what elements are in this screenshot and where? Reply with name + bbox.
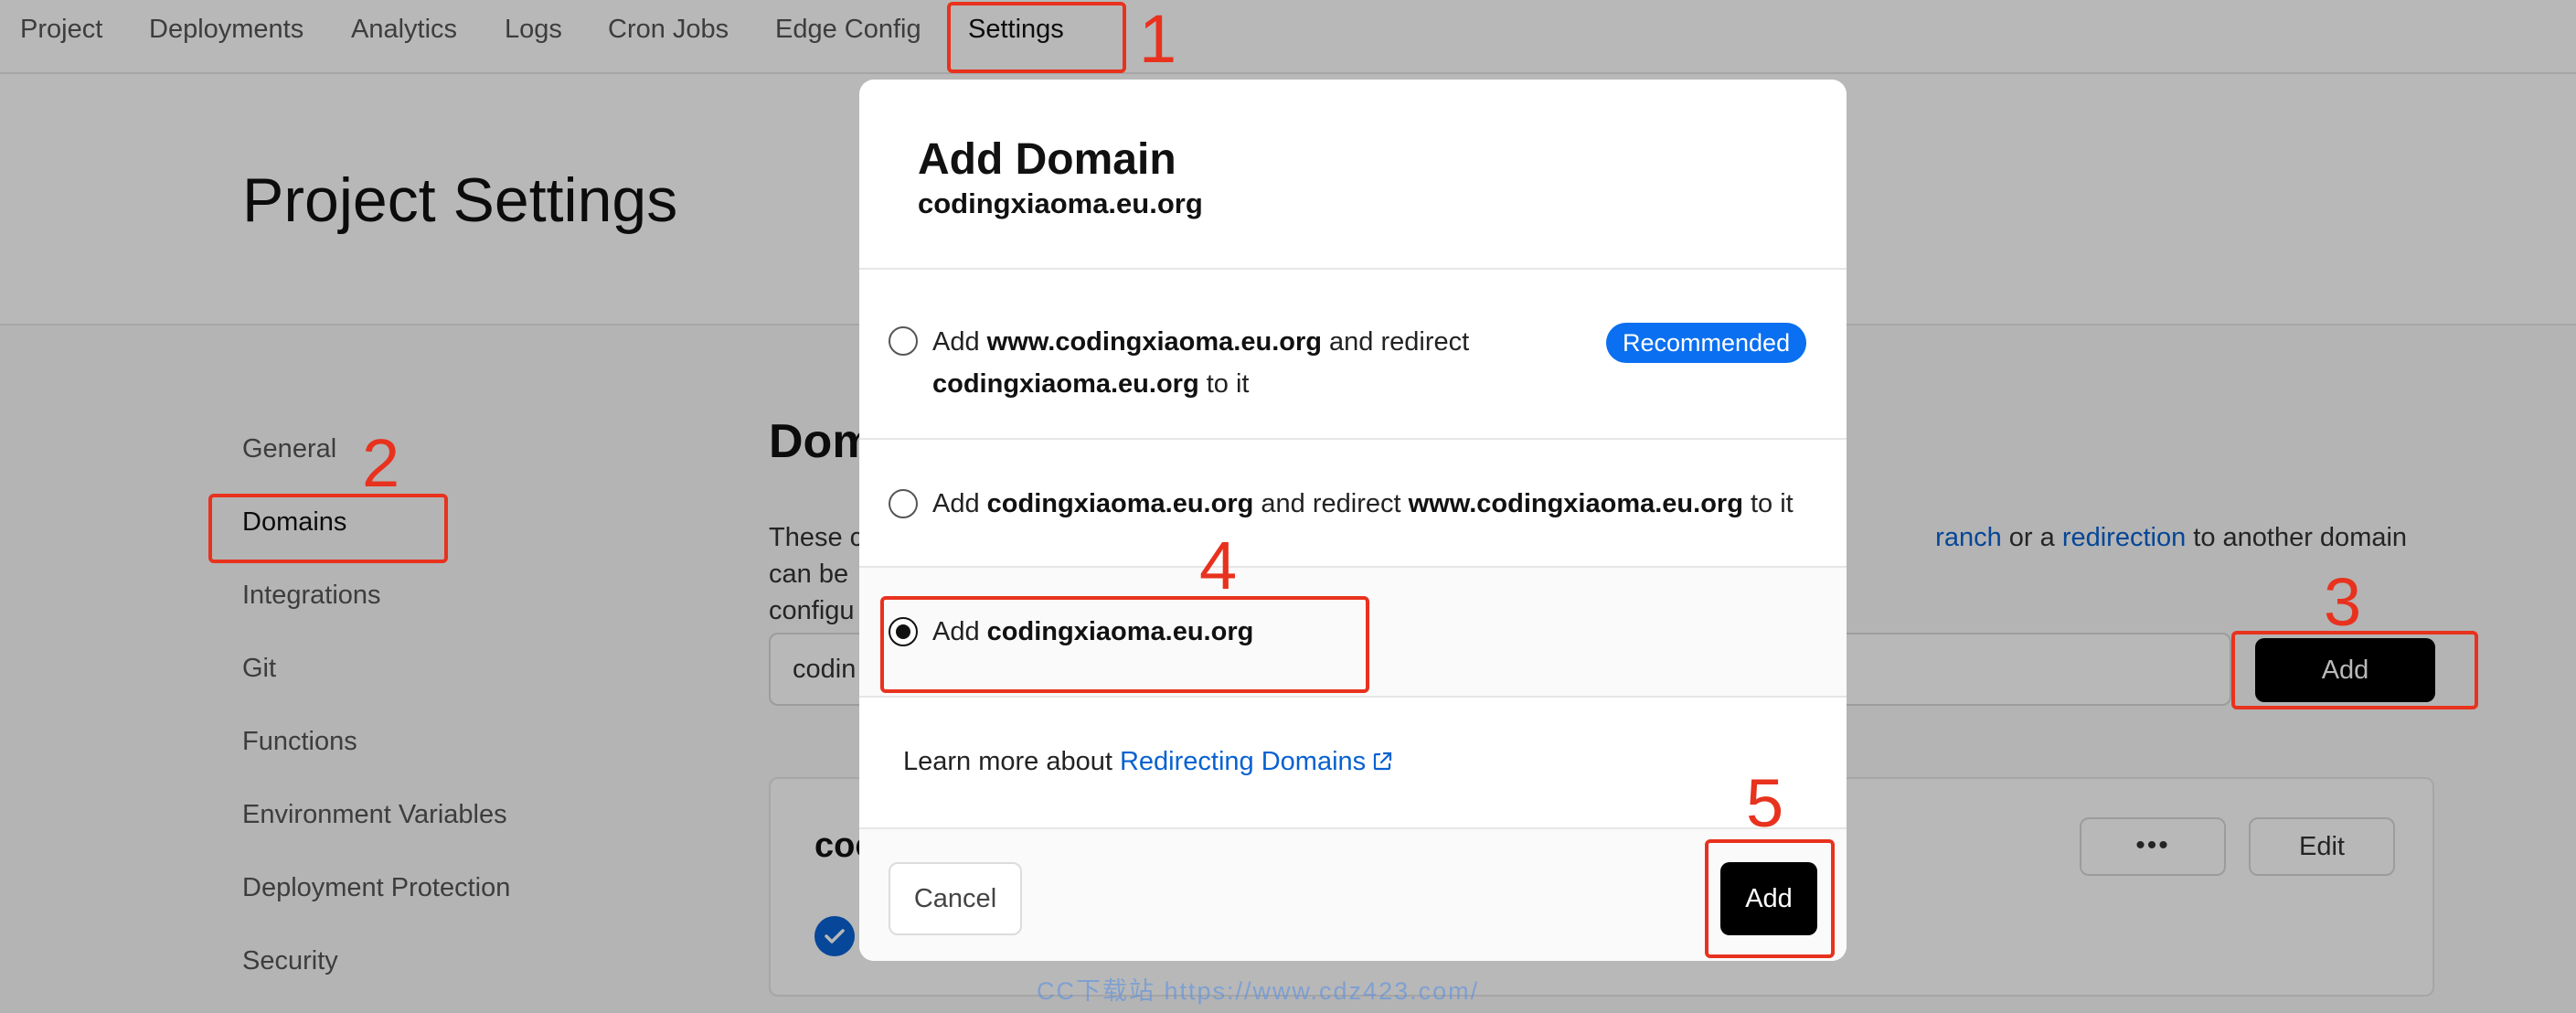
annotation-box-settings <box>947 2 1126 73</box>
option-redirect-to-www[interactable]: Add www.codingxiaoma.eu.org and redirect… <box>859 270 1847 440</box>
redirecting-domains-link[interactable]: Redirecting Domains <box>1120 747 1366 776</box>
cancel-button[interactable]: Cancel <box>889 862 1022 935</box>
recommended-badge: Recommended <box>1606 323 1807 363</box>
annotation-number-2: 2 <box>362 425 400 501</box>
annotation-number-4: 4 <box>1199 528 1238 603</box>
modal-subtitle: codingxiaoma.eu.org <box>918 187 1203 219</box>
add-domain-modal: Add Domain codingxiaoma.eu.org Add www.c… <box>859 80 1847 961</box>
annotation-box-option <box>880 596 1369 693</box>
modal-footer: Cancel Add <box>859 827 1847 961</box>
option-redirect-www-to-apex[interactable]: Add codingxiaoma.eu.org and redirect www… <box>859 440 1847 568</box>
option-label: Add codingxiaoma.eu.org and redirect www… <box>932 489 1794 518</box>
annotation-box-domains <box>208 494 448 563</box>
watermark: CC下载站 https://www.cdz423.com/ <box>1037 977 1480 1005</box>
option-label: Add www.codingxiaoma.eu.org and redirect… <box>932 327 1470 399</box>
radio-icon[interactable] <box>889 489 918 518</box>
annotation-number-1: 1 <box>1139 1 1177 77</box>
annotation-number-3: 3 <box>2324 564 2362 640</box>
radio-icon[interactable] <box>889 326 918 356</box>
modal-header: Add Domain codingxiaoma.eu.org <box>859 80 1847 270</box>
annotation-box-add <box>2231 631 2478 709</box>
learn-more-text: Learn more about Redirecting Domains <box>903 747 1393 777</box>
modal-title: Add Domain <box>918 135 1176 184</box>
external-link-icon <box>1374 752 1392 771</box>
annotation-number-5: 5 <box>1746 765 1784 841</box>
annotation-box-confirm <box>1705 839 1835 958</box>
